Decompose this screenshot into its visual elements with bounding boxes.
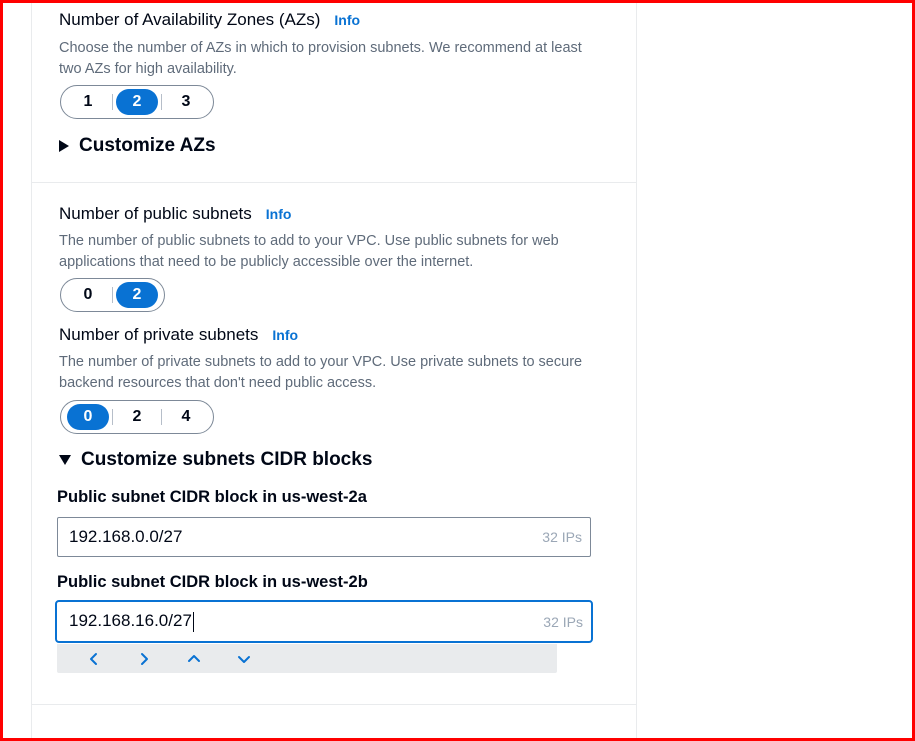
private-subnets-segmented-control: 0 2 4 (60, 400, 214, 434)
public-subnets-label-text: Number of public subnets (59, 204, 252, 223)
caret-right-icon (59, 140, 69, 152)
customize-cidr-label: Customize subnets CIDR blocks (81, 449, 373, 470)
az-count-description: Choose the number of AZs in which to pro… (59, 40, 582, 77)
public-subnets-option-0[interactable]: 0 (64, 282, 112, 308)
public-subnets-segmented-control: 0 2 (60, 278, 165, 312)
cidr-us-west-2a-ip-count: 32 IPs (542, 529, 582, 545)
private-subnets-info-link[interactable]: Info (272, 327, 298, 343)
caret-down-icon (59, 455, 71, 465)
cidr-us-west-2b-input[interactable]: 192.168.16.0/27 32 IPs (55, 600, 593, 643)
cidr-us-west-2a-input[interactable]: 192.168.0.0/27 32 IPs (57, 517, 591, 557)
az-info-link[interactable]: Info (334, 12, 360, 28)
cidr-us-west-2b-value-wrap: 192.168.16.0/27 (69, 611, 194, 632)
customize-cidr-expander[interactable]: Customize subnets CIDR blocks (59, 449, 372, 471)
section-divider (31, 182, 637, 183)
public-subnets-option-2[interactable]: 2 (116, 282, 158, 308)
az-count-label: Number of Availability Zones (AZs) Info (59, 10, 360, 30)
private-subnets-label-text: Number of private subnets (59, 325, 259, 344)
customize-azs-label: Customize AZs (79, 135, 216, 156)
private-subnets-option-4[interactable]: 4 (162, 404, 210, 430)
cidr-us-west-2b-label: Public subnet CIDR block in us-west-2b (57, 573, 368, 591)
cidr-us-west-2a-value: 192.168.0.0/27 (69, 527, 183, 546)
cidr-us-west-2b-value: 192.168.16.0/27 (69, 611, 192, 631)
public-subnets-label: Number of public subnets Info (59, 204, 291, 224)
az-option-1[interactable]: 1 (64, 89, 112, 115)
public-subnets-info-link[interactable]: Info (266, 206, 292, 222)
public-subnets-description: The number of public subnets to add to y… (59, 233, 559, 270)
chevron-up-icon[interactable] (169, 644, 219, 673)
private-subnets-option-2[interactable]: 2 (113, 404, 161, 430)
private-subnets-description: The number of private subnets to add to … (59, 354, 583, 391)
az-option-2[interactable]: 2 (116, 89, 158, 115)
chevron-right-icon[interactable] (119, 644, 169, 673)
text-cursor (192, 611, 194, 632)
chevron-down-icon[interactable] (219, 644, 269, 673)
segment-separator (112, 94, 113, 110)
section-divider (31, 704, 637, 705)
customize-azs-expander[interactable]: Customize AZs (59, 135, 216, 157)
cidr-us-west-2a-label: Public subnet CIDR block in us-west-2a (57, 488, 367, 506)
cidr-us-west-2b-ip-count: 32 IPs (543, 613, 583, 630)
az-option-3[interactable]: 3 (162, 89, 210, 115)
chevron-left-icon[interactable] (69, 644, 119, 673)
private-subnets-option-0[interactable]: 0 (67, 404, 109, 430)
input-navigation-toolbar (57, 644, 557, 673)
az-count-label-text: Number of Availability Zones (AZs) (59, 10, 321, 29)
az-count-segmented-control: 1 2 3 (60, 85, 214, 119)
private-subnets-label: Number of private subnets Info (59, 325, 298, 345)
segment-separator (112, 287, 113, 303)
